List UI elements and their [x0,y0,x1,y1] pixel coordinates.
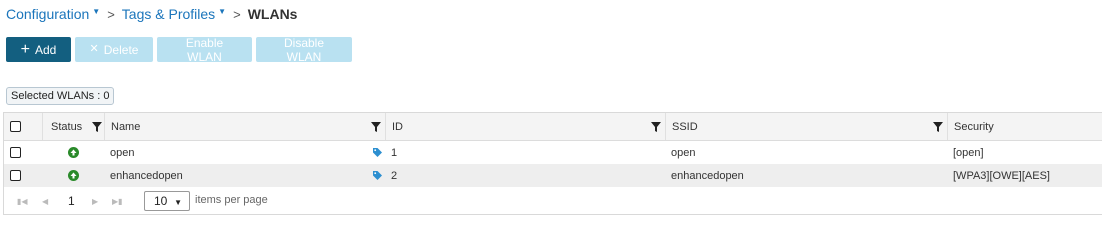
filter-icon[interactable] [371,122,381,132]
tag-icon[interactable] [373,148,382,157]
close-icon: ✕ [89,43,99,55]
first-page-icon[interactable]: ▮◀ [17,197,28,206]
breadcrumb-configuration[interactable]: Configuration ▼ [6,6,100,22]
name-cell: open [110,146,135,159]
disable-wlan-button[interactable]: Disable WLAN [256,35,352,64]
page-size-value: 10 [154,194,168,208]
select-all-checkbox[interactable] [10,121,21,132]
pagination-bar: ▮◀ ◀ 1 ▶ ▶▮ 10 ▼ items per page [4,188,1102,214]
breadcrumb: Configuration ▼ > Tags & Profiles ▼ > WL… [6,5,297,23]
ssid-cell: open [671,146,696,159]
last-page-icon[interactable]: ▶▮ [112,197,123,206]
filter-icon[interactable] [92,122,102,132]
table-row[interactable]: open 1 open [open] [4,141,1102,164]
filter-icon[interactable] [933,122,943,132]
delete-button-label: Delete [103,42,139,57]
row-checkbox[interactable] [10,170,21,181]
row-checkbox-cell [4,141,42,164]
enable-wlan-label: Enable WLAN [185,35,224,64]
breadcrumb-tags-profiles-label: Tags & Profiles [121,6,216,22]
plus-icon: + [20,40,30,58]
tag-icon[interactable] [373,171,382,180]
id-cell: 2 [391,169,398,182]
breadcrumb-separator: > [233,6,241,22]
column-header-ssid[interactable]: SSID [665,113,947,140]
toolbar: + Add ✕ Delete Enable WLAN Disable WLAN [6,35,352,64]
status-up-icon [67,170,79,181]
row-checkbox-cell [4,164,42,187]
column-header-name[interactable]: Name [104,113,385,140]
breadcrumb-tags-profiles[interactable]: Tags & Profiles ▼ [122,6,226,22]
table-header-row: Status Name ID SSID Security [4,113,1102,141]
caret-down-icon: ▼ [218,6,227,16]
table-row[interactable]: enhancedopen 2 enhancedopen [WPA3][OWE][… [4,164,1102,187]
breadcrumb-separator: > [107,6,115,22]
row-checkbox[interactable] [10,147,21,158]
filter-icon[interactable] [651,122,661,132]
selected-count-badge: Selected WLANs : 0 [6,87,115,105]
add-button-label: Add [34,42,57,57]
items-per-page-label: items per page [195,194,268,206]
header-checkbox-cell [4,113,42,140]
current-page-number[interactable]: 1 [68,194,75,208]
previous-page-icon[interactable]: ◀ [42,197,48,206]
security-cell: [open] [953,146,984,159]
wlan-table: Status Name ID SSID Security open 1 open… [3,112,1102,215]
page-title: WLANs [247,6,298,22]
page-size-select[interactable]: 10 ▼ [144,191,190,211]
add-button[interactable]: + Add [6,37,71,62]
delete-button[interactable]: ✕ Delete [75,37,153,62]
status-cell [42,164,104,187]
ssid-cell: enhancedopen [671,169,744,182]
security-cell: [WPA3][OWE][AES] [953,169,1050,182]
next-page-icon[interactable]: ▶ [92,197,98,206]
status-up-icon [67,147,79,158]
name-cell: enhancedopen [110,169,183,182]
column-header-security[interactable]: Security [947,113,1102,140]
disable-wlan-label: Disable WLAN [283,35,325,64]
enable-wlan-button[interactable]: Enable WLAN [157,35,252,64]
column-header-id[interactable]: ID [385,113,665,140]
caret-down-icon: ▼ [92,6,101,16]
breadcrumb-configuration-label: Configuration [6,6,90,22]
status-cell [42,141,104,164]
caret-down-icon: ▼ [174,198,182,207]
id-cell: 1 [391,146,398,159]
